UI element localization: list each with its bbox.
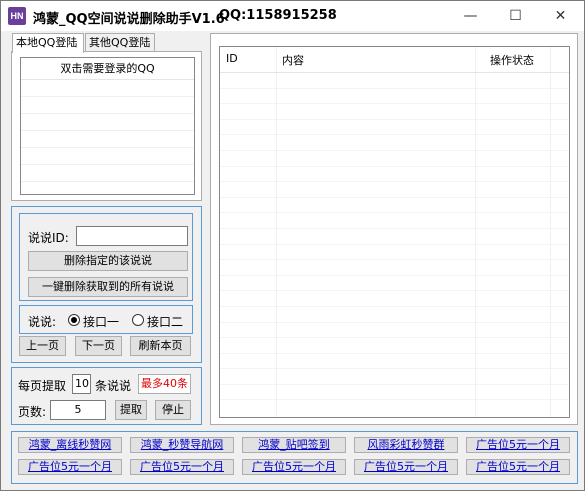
tab-local-qq-login[interactable]: 本地QQ登陆: [12, 33, 84, 53]
prev-page-button[interactable]: 上一页: [19, 336, 66, 356]
page-count-label: 页数:: [18, 405, 47, 419]
table-row[interactable]: [220, 182, 569, 198]
ad-link-rainbow-group[interactable]: 风雨彩虹秒赞群: [354, 437, 458, 453]
table-row[interactable]: [220, 213, 569, 229]
next-page-button[interactable]: 下一页: [75, 336, 122, 356]
table-row[interactable]: [220, 369, 569, 385]
title-qq-number: QQ:1158915258: [219, 8, 337, 23]
delete-specified-button[interactable]: 删除指定的该说说: [28, 251, 188, 271]
title-bar[interactable]: HN 鸿蒙_QQ空间说说删除助手V1.6 QQ:1158915258 — ☐ ✕: [1, 1, 584, 31]
table-row[interactable]: [220, 120, 569, 136]
table-row[interactable]: [220, 385, 569, 401]
table-row[interactable]: [220, 338, 569, 354]
list-item[interactable]: [21, 131, 194, 148]
list-item[interactable]: [21, 148, 194, 165]
delete-subgroup: 说说ID: 删除指定的该说说 一键删除获取到的所有说说: [19, 213, 193, 301]
table-row[interactable]: [220, 291, 569, 307]
table-row[interactable]: [220, 135, 569, 151]
page-count-input[interactable]: 5: [50, 400, 106, 420]
column-divider: [276, 47, 277, 417]
ad-link-offline-like[interactable]: 鸿蒙_离线秒赞网: [18, 437, 122, 453]
ad-slot[interactable]: 广告位5元一个月: [242, 459, 346, 475]
table-row[interactable]: [220, 354, 569, 370]
column-divider: [475, 47, 476, 417]
interface-two-radio[interactable]: [132, 314, 144, 326]
minimize-icon[interactable]: —: [448, 1, 493, 31]
table-row[interactable]: [220, 89, 569, 105]
table-row[interactable]: [220, 307, 569, 323]
delete-all-button[interactable]: 一键删除获取到的所有说说: [28, 277, 188, 297]
window-title: 鸿蒙_QQ空间说说删除助手V1.6: [33, 12, 225, 27]
list-item[interactable]: [21, 97, 194, 114]
ad-link-tieba-sign[interactable]: 鸿蒙_贴吧签到: [242, 437, 346, 453]
table-row[interactable]: [220, 260, 569, 276]
column-divider: [550, 47, 551, 417]
list-item[interactable]: [21, 165, 194, 182]
table-row[interactable]: [220, 198, 569, 214]
per-page-input[interactable]: 10: [72, 374, 91, 394]
qq-list-header[interactable]: 双击需要登录的QQ: [21, 58, 194, 80]
table-row[interactable]: [220, 151, 569, 167]
ad-link-like-nav[interactable]: 鸿蒙_秒赞导航网: [130, 437, 234, 453]
table-header: ID 内容 操作状态: [220, 47, 569, 73]
list-item[interactable]: [21, 80, 194, 97]
table-row[interactable]: [220, 73, 569, 89]
shuoshuo-id-input[interactable]: [76, 226, 188, 246]
column-header-status[interactable]: 操作状态: [490, 52, 534, 68]
stop-button[interactable]: 停止: [155, 400, 191, 420]
tab-other-qq-login[interactable]: 其他QQ登陆: [85, 33, 155, 52]
column-header-content[interactable]: 内容: [282, 52, 304, 68]
maximize-icon[interactable]: ☐: [493, 1, 538, 31]
table-row[interactable]: [220, 323, 569, 339]
ad-slot[interactable]: 广告位5元一个月: [466, 459, 570, 475]
interface-subgroup: 说说: 接口一 接口二: [19, 305, 193, 334]
table-row[interactable]: [220, 229, 569, 245]
column-header-id[interactable]: ID: [226, 52, 238, 65]
interface-two-label[interactable]: 接口二: [147, 313, 183, 330]
ad-slot[interactable]: 广告位5元一个月: [354, 459, 458, 475]
ad-slot[interactable]: 广告位5元一个月: [130, 459, 234, 475]
interface-label: 说说:: [28, 315, 57, 329]
main-window: HN 鸿蒙_QQ空间说说删除助手V1.6 QQ:1158915258 — ☐ ✕…: [0, 0, 585, 491]
table-row[interactable]: [220, 245, 569, 261]
table-row[interactable]: [220, 167, 569, 183]
ad-panel: 鸿蒙_离线秒赞网 鸿蒙_秒赞导航网 鸿蒙_贴吧签到 风雨彩虹秒赞群 广告位5元一…: [11, 431, 578, 484]
close-icon[interactable]: ✕: [538, 1, 583, 31]
table-row[interactable]: [220, 104, 569, 120]
table-row[interactable]: [220, 276, 569, 292]
fetch-button[interactable]: 提取: [115, 400, 147, 420]
unit-label: 条说说: [95, 379, 132, 393]
ad-slot[interactable]: 广告位5元一个月: [18, 459, 122, 475]
shuoshuo-id-label: 说说ID:: [28, 231, 69, 245]
app-logo-icon: HN: [8, 7, 26, 25]
tab-panel: 双击需要登录的QQ: [11, 51, 202, 201]
interface-one-label[interactable]: 接口一: [83, 313, 119, 330]
qq-account-list[interactable]: 双击需要登录的QQ: [20, 57, 195, 195]
results-panel: ID 内容 操作状态: [210, 33, 578, 425]
results-table[interactable]: ID 内容 操作状态: [219, 46, 570, 418]
refresh-page-button[interactable]: 刷新本页: [130, 336, 191, 356]
delete-group: 说说ID: 删除指定的该说说 一键删除获取到的所有说说 说说: 接口一 接口二 …: [11, 206, 202, 363]
ad-slot[interactable]: 广告位5元一个月: [466, 437, 570, 453]
list-item[interactable]: [21, 114, 194, 131]
per-page-label: 每页提取: [18, 379, 67, 393]
fetch-group: 每页提取 10 条说说 最多40条 页数: 5 提取 停止: [11, 367, 202, 425]
interface-one-radio[interactable]: [68, 314, 80, 326]
max-limit-label: 最多40条: [138, 374, 191, 394]
